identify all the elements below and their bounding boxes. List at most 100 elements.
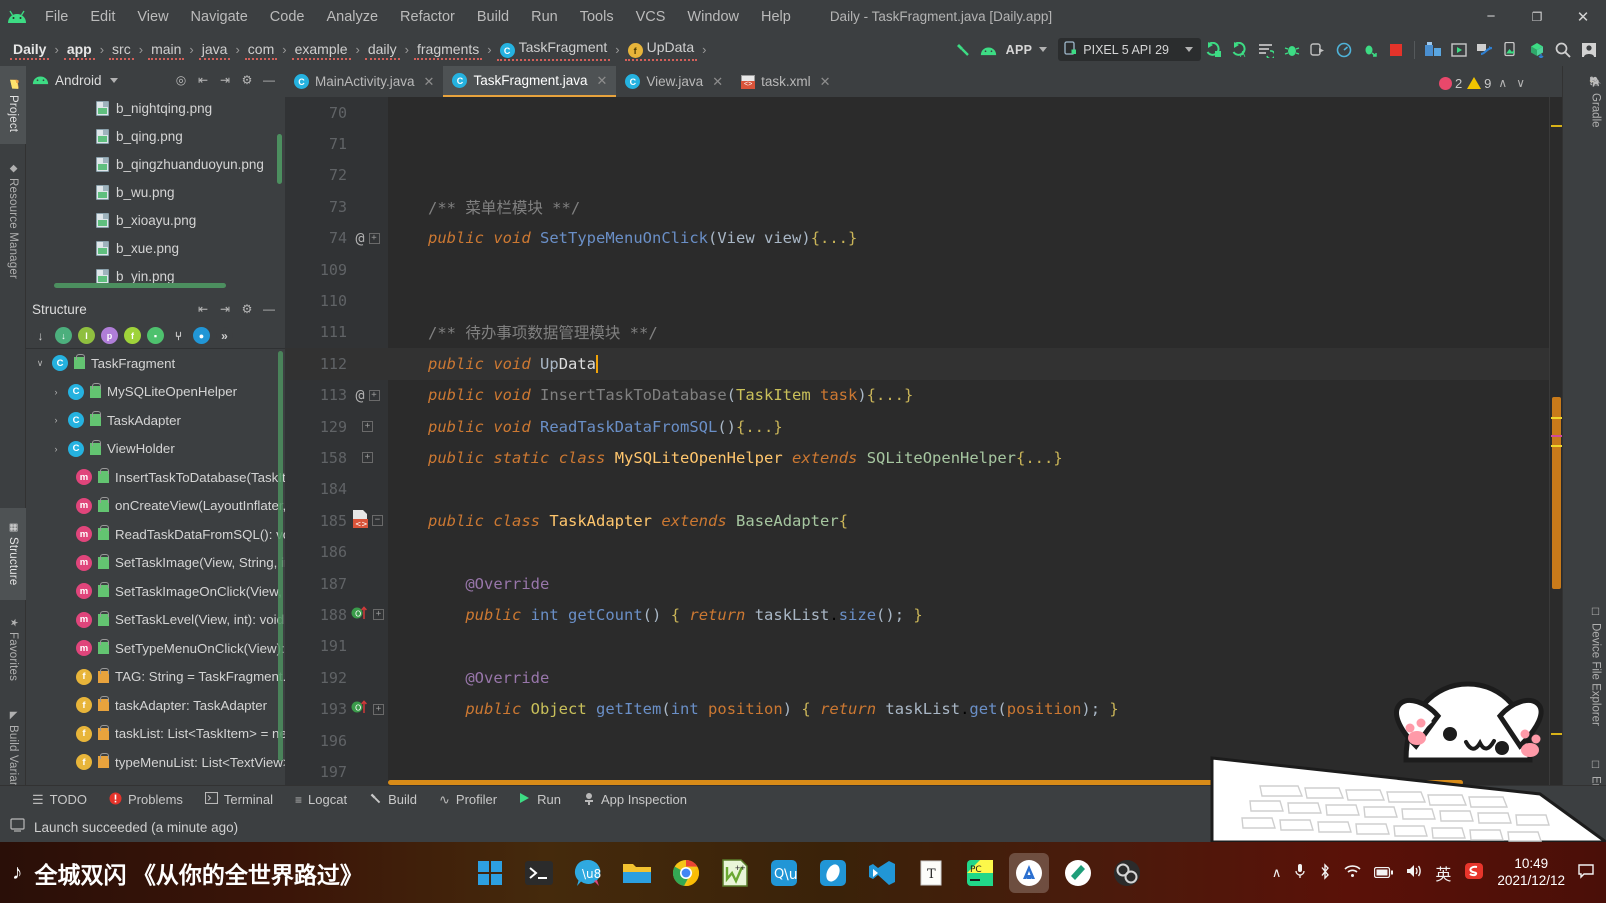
more-icon[interactable]: »	[216, 327, 233, 344]
editor-tab-view-java[interactable]: C View.java ✕	[616, 66, 732, 97]
structure-tree-row[interactable]: m SetTaskLevel(View, int): void	[26, 606, 285, 635]
breadcrumb-item-com[interactable]: com	[244, 40, 278, 60]
project-file-row[interactable]: b_xioayu.png	[26, 206, 285, 234]
code-line[interactable]: 158 + public static class MySQLiteOpenHelp…	[285, 442, 1562, 473]
attach-debugger-icon[interactable]	[1305, 37, 1331, 62]
breadcrumb-item-app[interactable]: app	[63, 40, 95, 60]
code-line[interactable]: 188 O + public int getCount() { return tas…	[285, 599, 1562, 630]
code-line[interactable]: 70	[285, 97, 1562, 128]
collapse-all-icon[interactable]: ⇥	[215, 299, 235, 319]
typora-icon[interactable]: T	[911, 853, 951, 893]
terminal-icon[interactable]	[519, 853, 559, 893]
structure-tree-row[interactable]: f taskList: List<TaskItem> = new	[26, 720, 285, 749]
menu-tools[interactable]: Tools	[569, 6, 625, 28]
tool-window-todo[interactable]: ☰ TODO	[22, 789, 97, 811]
code-line[interactable]: 186	[285, 536, 1562, 567]
tray-overflow-icon[interactable]: ∧	[1272, 865, 1282, 881]
code-line[interactable]: 193 O + public Object getItem(int position…	[285, 693, 1562, 724]
editor-vertical-scrollbar[interactable]	[1552, 397, 1561, 589]
profiler-icon[interactable]	[1331, 37, 1357, 62]
close-icon[interactable]: ✕	[820, 74, 831, 90]
structure-tree-row[interactable]: f typeMenuList: List<TextView>	[26, 748, 285, 777]
code-lines[interactable]: 70 71 72 73/** 菜单栏模块 **/74 @ + public void Set…	[285, 97, 1562, 785]
tool-window-profiler[interactable]: ∿ Profiler	[429, 789, 507, 811]
qq-music-icon[interactable]: Q\u266a	[764, 853, 804, 893]
chevron-down-icon[interactable]	[109, 77, 118, 83]
sync-gradle-icon[interactable]	[976, 37, 1002, 62]
structure-tree-row[interactable]: m SetTaskImageOnClick(View, Stri	[26, 577, 285, 606]
code-line[interactable]: 73 /** 菜单栏模块 **/	[285, 191, 1562, 222]
project-hscrollbar[interactable]	[54, 283, 226, 288]
file-explorer-icon[interactable]	[617, 853, 657, 893]
expand-all-icon[interactable]: ⇤	[193, 70, 213, 90]
gutter-icons[interactable]: O +	[347, 699, 388, 719]
fold-toggle-icon[interactable]: +	[362, 452, 373, 464]
structure-tree-row[interactable]: › C MySQLiteOpenHelper	[26, 378, 285, 407]
project-structure-icon[interactable]	[1524, 37, 1550, 62]
structure-tree-row[interactable]: › C ViewHolder	[26, 435, 285, 464]
expand-all-icon[interactable]: ⇤	[193, 299, 213, 319]
locate-icon[interactable]: ◎	[171, 70, 191, 90]
device-selector[interactable]: PIXEL 5 API 29	[1058, 38, 1201, 61]
warning-count-badge[interactable]: 9	[1467, 76, 1491, 91]
run-coverage-icon[interactable]: A	[1227, 37, 1253, 62]
project-file-row[interactable]: b_qing.png	[26, 122, 285, 150]
gear-icon[interactable]: ⚙	[237, 299, 257, 319]
sidebar-item-device-file-explorer[interactable]: ☐ Device File Explorer	[1585, 591, 1606, 741]
code-line[interactable]: 184	[285, 474, 1562, 505]
tool-window-app-inspection[interactable]: App Inspection	[573, 789, 697, 811]
close-icon[interactable]: ✕	[596, 73, 607, 89]
battery-icon[interactable]	[1374, 865, 1394, 881]
editor-tab-task-xml[interactable]: task.xml ✕	[732, 66, 839, 97]
show-anonymous-icon[interactable]: ●	[193, 327, 210, 344]
gutter-icons[interactable]: +	[347, 421, 388, 433]
now-playing[interactable]: ♪ 全城双闪 《从你的全世界路过》	[0, 856, 470, 890]
sdk-manager-icon[interactable]	[1420, 37, 1446, 62]
close-icon[interactable]: ✕	[712, 74, 723, 90]
run-configuration-selector[interactable]: APP	[1002, 38, 1059, 61]
tool-window-build[interactable]: Build	[359, 789, 427, 811]
implementing-method-gutter-icon[interactable]: O	[351, 699, 369, 719]
event-log-icon[interactable]	[10, 818, 25, 837]
marker-warning[interactable]	[1551, 733, 1562, 735]
sidebar-item-structure[interactable]: ▦ Structure	[0, 508, 26, 600]
collapse-all-icon[interactable]: ⇥	[215, 70, 235, 90]
tool-window-run[interactable]: Run	[509, 789, 571, 810]
breadcrumb-item-main[interactable]: main	[148, 40, 185, 60]
structure-tree-row[interactable]: f TAG: String = TaskFragment.cla	[26, 663, 285, 692]
fold-toggle-icon[interactable]: +	[368, 389, 380, 401]
project-file-row[interactable]: b_wu.png	[26, 178, 285, 206]
device-manager-icon[interactable]	[1498, 37, 1524, 62]
run-icon[interactable]	[1201, 37, 1227, 62]
notepad-plus-plus-icon[interactable]: ++	[715, 853, 755, 893]
show-fields-icon[interactable]: f	[124, 327, 141, 344]
editor-tab-mainactivity-java[interactable]: C MainActivity.java ✕	[285, 66, 443, 97]
chevron-right-icon[interactable]: ∨	[34, 358, 46, 369]
android-studio-icon[interactable]	[1009, 852, 1049, 893]
menu-help[interactable]: Help	[750, 6, 802, 28]
microphone-icon[interactable]	[1294, 863, 1306, 883]
menu-vcs[interactable]: VCS	[625, 6, 677, 28]
menu-refactor[interactable]: Refactor	[389, 6, 466, 28]
sogou-input-icon[interactable]	[1464, 861, 1484, 884]
navicat-icon[interactable]	[1058, 853, 1098, 893]
show-inherited-icon[interactable]: I	[78, 327, 95, 344]
breadcrumb-item-taskfragment[interactable]: C TaskFragment	[496, 38, 611, 62]
structure-tree[interactable]: ∨ C TaskFragment › C MySQLiteOpenHelper › C Task…	[26, 349, 285, 785]
close-button[interactable]: ✕	[1560, 0, 1606, 33]
account-icon[interactable]	[1576, 37, 1602, 62]
wifi-icon[interactable]	[1344, 864, 1361, 881]
structure-tree-row[interactable]: › C TaskAdapter	[26, 406, 285, 435]
code-line[interactable]: 109	[285, 254, 1562, 285]
editor-tab-taskfragment-java[interactable]: C TaskFragment.java ✕	[443, 66, 617, 97]
pycharm-icon[interactable]: PC	[960, 853, 1000, 893]
hide-icon[interactable]: —	[259, 70, 279, 90]
translate-icon[interactable]: \u8bd1	[568, 853, 608, 893]
maximize-button[interactable]: ❐	[1514, 0, 1560, 33]
obs-icon[interactable]	[1107, 853, 1147, 893]
menu-navigate[interactable]: Navigate	[180, 6, 259, 28]
project-file-row[interactable]: b_nightqing.png	[26, 94, 285, 122]
search-everywhere-icon[interactable]	[1550, 37, 1576, 62]
code-line[interactable]: 110	[285, 285, 1562, 316]
fold-toggle-icon[interactable]: +	[373, 609, 384, 621]
